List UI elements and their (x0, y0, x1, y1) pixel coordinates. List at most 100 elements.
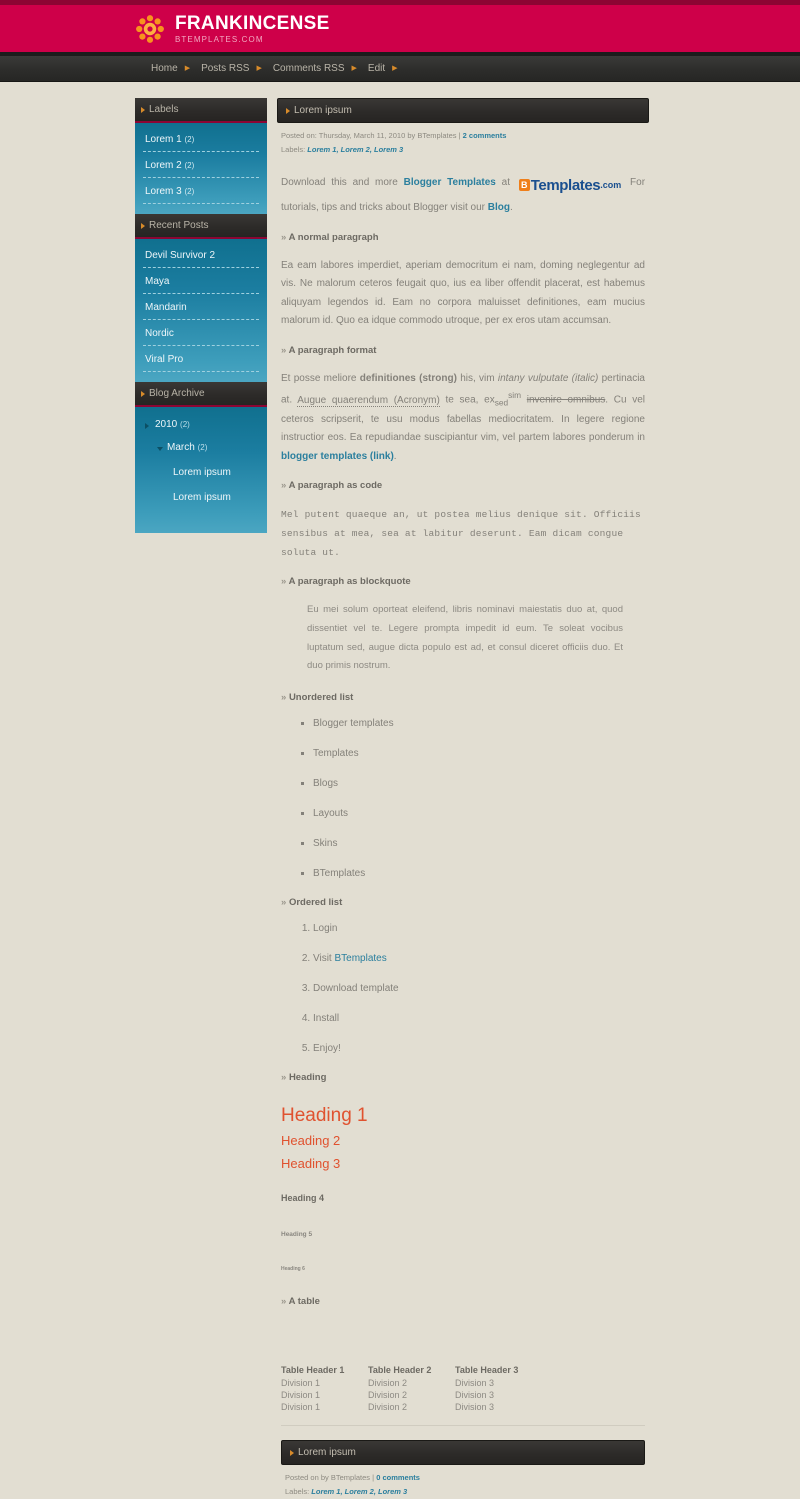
widget-title-blog-archive: Blog Archive (135, 382, 267, 407)
table-header-2: Table Header 2 (368, 1365, 455, 1377)
unordered-list: Blogger templates Templates Blogs Layout… (281, 717, 645, 880)
sidebar-recent-post-1[interactable]: Devil Survivor 2 (143, 247, 259, 268)
blog-link[interactable]: Blog (488, 202, 510, 213)
heading-2: Heading 2 (281, 1133, 645, 1148)
nav-item-home[interactable]: Home (145, 63, 184, 74)
normal-paragraph: Ea eam labores imperdiet, aperiam democr… (281, 257, 645, 331)
widget-body-recent-posts: Devil Survivor 2 Maya Mandarin Nordic Vi… (135, 239, 267, 382)
blockquote-paragraph: Eu mei solum oporteat eleifend, libris n… (281, 601, 645, 675)
heading-6: Heading 6 (281, 1266, 645, 1272)
label-text: Lorem 1 (145, 134, 182, 145)
sidebar-recent-post-2[interactable]: Maya (143, 273, 259, 294)
list-item: Blogger templates (313, 717, 645, 730)
fmt-sub: sed (495, 398, 508, 408)
fmt-p4: te sea, ex (446, 395, 495, 406)
sidebar-label-lorem-3[interactable]: Lorem 3 (2) (143, 183, 259, 204)
table-cell: Division 2 (368, 1401, 455, 1413)
section-heading-unordered-list: » Unordered list (281, 692, 645, 703)
sidebar-recent-post-3[interactable]: Mandarin (143, 299, 259, 320)
nav-item-edit[interactable]: Edit (362, 63, 391, 74)
chevron-right-icon: » (281, 345, 286, 356)
post-comments-link[interactable]: 2 comments (463, 131, 507, 140)
label-count: (2) (184, 187, 194, 196)
blogger-templates-link[interactable]: Blogger Templates (404, 176, 496, 187)
main-navigation: Home ▶ Posts RSS ▶ Comments RSS ▶ Edit ▶ (0, 56, 800, 82)
post2-comments-link[interactable]: 0 comments (376, 1473, 420, 1482)
post2-label-2[interactable]: Lorem 2, (345, 1487, 376, 1496)
section-label: A table (289, 1296, 320, 1307)
flower-sunburst-icon[interactable] (135, 14, 165, 44)
chevron-right-icon: » (281, 232, 286, 243)
post-divider (281, 1425, 645, 1426)
chevron-right-icon: » (281, 692, 286, 703)
list-item: Download template (313, 982, 645, 995)
fmt-italic: intany vulputate (italic) (498, 373, 598, 384)
label-text: Lorem 3 (145, 186, 182, 197)
widget-blog-archive: Blog Archive 2010 (2) March (2) Lorem ip… (135, 382, 267, 533)
table-row: Division 1 Division 2 Division 3 (281, 1377, 542, 1389)
main-content: Lorem ipsum Posted on: Thursday, March 1… (277, 98, 649, 1499)
intro-at: at (502, 176, 510, 187)
table-cell: Division 3 (455, 1389, 542, 1401)
site-title[interactable]: FRANKINCENSE (175, 14, 330, 33)
label-count: (2) (184, 161, 194, 170)
post2-title[interactable]: Lorem ipsum (281, 1440, 645, 1465)
table-cell: Division 1 (281, 1389, 368, 1401)
archive-month-count: (2) (198, 443, 208, 452)
heading-4: Heading 4 (281, 1193, 645, 1203)
section-heading-table: » A table (281, 1296, 645, 1307)
nav-item-comments-rss[interactable]: Comments RSS (267, 63, 351, 74)
ordered-list: Login Visit BTemplates Download template… (281, 922, 645, 1055)
nav-item-posts-rss[interactable]: Posts RSS (195, 63, 255, 74)
post-label-3[interactable]: Lorem 3 (374, 145, 403, 154)
archive-year-count: (2) (180, 420, 190, 429)
arrow-right-icon: ▶ (185, 65, 190, 72)
post-meta-posted: Posted on: Thursday, March 11, 2010 by B… (281, 131, 461, 140)
archive-post-1[interactable]: Lorem ipsum (143, 463, 259, 482)
widget-title-labels: Labels (135, 98, 267, 123)
widget-labels: Labels Lorem 1 (2) Lorem 2 (2) Lorem 3 (… (135, 98, 267, 214)
sidebar-label-lorem-2[interactable]: Lorem 2 (2) (143, 157, 259, 178)
blogger-templates-inline-link[interactable]: blogger templates (link) (281, 451, 394, 462)
chevron-right-icon: » (281, 480, 286, 491)
archive-year-label: 2010 (155, 419, 177, 430)
sidebar-label-lorem-1[interactable]: Lorem 1 (2) (143, 131, 259, 152)
chevron-right-icon: » (281, 1296, 286, 1307)
heading-5: Heading 5 (281, 1231, 645, 1238)
site-header: FRANKINCENSE BTEMPLATES.COM (0, 5, 800, 56)
intro-before: Download this and more (281, 176, 398, 187)
post-labels-prefix: Labels: (281, 145, 305, 154)
chevron-right-icon: » (281, 1072, 286, 1083)
arrow-right-icon: ▶ (352, 65, 357, 72)
widget-title-recent-posts: Recent Posts (135, 214, 267, 239)
archive-year-2010[interactable]: 2010 (2) (143, 415, 259, 434)
table-cell: Division 3 (455, 1377, 542, 1389)
post2-labels-prefix: Labels: (285, 1487, 309, 1496)
section-label: A paragraph format (289, 345, 377, 356)
post-title[interactable]: Lorem ipsum (277, 98, 649, 123)
sidebar: Labels Lorem 1 (2) Lorem 2 (2) Lorem 3 (… (135, 98, 267, 533)
post-label-2[interactable]: Lorem 2, (341, 145, 372, 154)
post2-label-1[interactable]: Lorem 1, (311, 1487, 342, 1496)
post-labels-line: Labels: Lorem 1, Lorem 2, Lorem 3 (281, 143, 645, 157)
table-cell: Division 3 (455, 1401, 542, 1413)
heading-3: Heading 3 (281, 1156, 645, 1171)
table-cell: Division 2 (368, 1389, 455, 1401)
widget-body-blog-archive: 2010 (2) March (2) Lorem ipsum Lorem ips… (135, 407, 267, 533)
sidebar-recent-post-4[interactable]: Nordic (143, 325, 259, 346)
section-heading-heading: » Heading (281, 1072, 645, 1083)
intro-period: . (510, 202, 513, 213)
table-cell: Division 1 (281, 1401, 368, 1413)
archive-month-march[interactable]: March (2) (143, 438, 259, 457)
post2-meta: Posted on by BTemplates | 0 comments Lab… (281, 1465, 645, 1499)
section-label: Heading (289, 1072, 326, 1083)
btemplates-list-link[interactable]: BTemplates (335, 953, 387, 964)
post-label-1[interactable]: Lorem 1, (307, 145, 338, 154)
btemplates-logo[interactable]: BTemplates.com (519, 172, 622, 200)
archive-post-2[interactable]: Lorem ipsum (143, 488, 259, 507)
table-header-1: Table Header 1 (281, 1365, 368, 1377)
table-row: Division 1 Division 2 Division 3 (281, 1389, 542, 1401)
section-heading-paragraph-blockquote: » A paragraph as blockquote (281, 576, 645, 587)
sidebar-recent-post-5[interactable]: Viral Pro (143, 351, 259, 372)
post2-label-3[interactable]: Lorem 3 (378, 1487, 407, 1496)
